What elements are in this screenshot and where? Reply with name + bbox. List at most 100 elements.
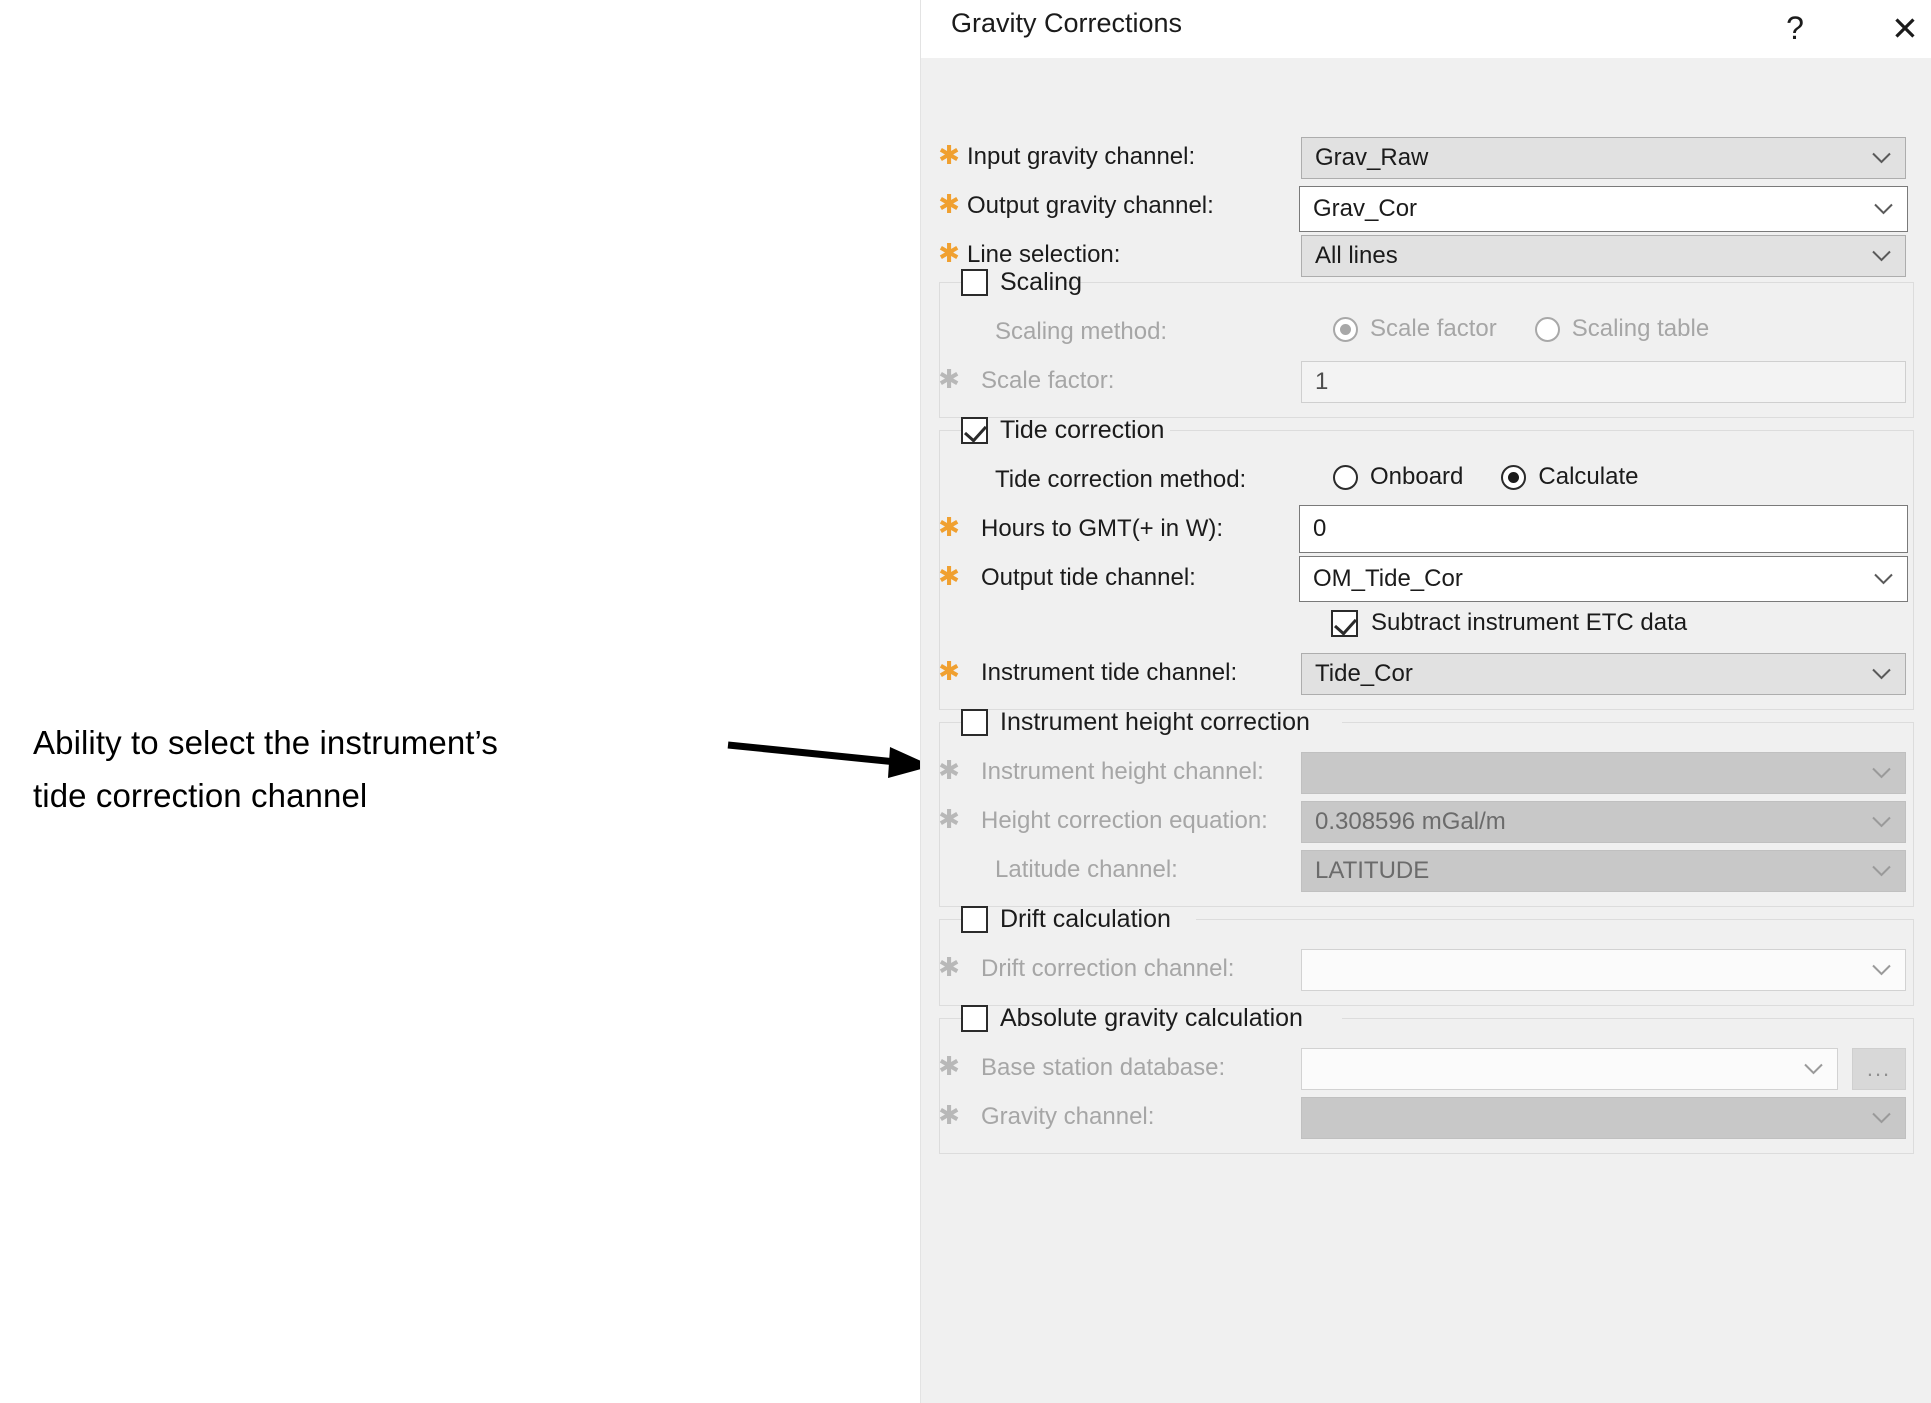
combobox-height-correction-equation[interactable]: 0.308596 mGal/m	[1301, 801, 1906, 843]
radiogroup-scaling-method: Scale factor Scaling table	[1333, 315, 1747, 343]
group-title-absolute-gravity-calculation: Absolute gravity calculation	[1000, 1004, 1303, 1032]
output-gravity-channel-label: Output gravity channel:	[967, 192, 1214, 219]
required-asterisk-icon: ✱	[938, 561, 960, 591]
required-asterisk-icon: ✱	[938, 952, 960, 982]
combobox-output-gravity-channel[interactable]: Grav_Cor	[1299, 186, 1908, 232]
field-row-latitude-channel: Latitude channel: LATITUDE	[921, 846, 1931, 895]
field-row-output-gravity-channel: ✱ Output gravity channel: Grav_Cor	[921, 182, 1931, 232]
field-row-gravity-channel: ✱ Gravity channel:	[921, 1093, 1931, 1142]
height-correction-equation-label: Height correction equation:	[981, 807, 1268, 834]
radio-scaling-table[interactable]: Scaling table	[1534, 315, 1710, 343]
group-checkbox-tide-correction[interactable]: Tide correction	[961, 416, 1164, 445]
dialog-title: Gravity Corrections	[951, 8, 1183, 38]
checkbox-subtract-instrument-etc-data[interactable]: Subtract instrument ETC data	[1331, 609, 1687, 637]
tide-correction-method-label: Tide correction method:	[995, 466, 1247, 493]
radiogroup-tide-correction-method: Onboard Calculate	[1333, 463, 1676, 491]
group-title-tide-correction: Tide correction	[1000, 416, 1165, 444]
group-border-right	[1196, 919, 1913, 920]
output-tide-channel-label: Output tide channel:	[981, 564, 1196, 591]
combobox-base-station-database[interactable]	[1301, 1048, 1838, 1090]
checkbox-drift-calculation-box[interactable]	[961, 906, 988, 933]
field-row-hours-to-gmt-in-w: ✱ Hours to GMT(+ in W): 0	[921, 505, 1931, 554]
combobox-latitude-channel[interactable]: LATITUDE	[1301, 850, 1906, 892]
instrument-tide-channel-label: Instrument tide channel:	[981, 659, 1238, 686]
group-title-scaling: Scaling	[1000, 268, 1082, 296]
field-row-scaling-method: Scaling method: Scale factor Scaling table	[921, 308, 1931, 357]
checkbox-scaling-box[interactable]	[961, 269, 988, 296]
chevron-down-icon	[1872, 152, 1891, 164]
input-gravity-channel-label: Input gravity channel:	[967, 143, 1196, 170]
required-asterisk-icon: ✱	[938, 140, 960, 170]
browse-button-base-station-database[interactable]: ...	[1852, 1048, 1906, 1090]
checkbox-subtract-instrument-etc-data-label: Subtract instrument ETC data	[1371, 609, 1688, 636]
combobox-line-selection[interactable]: All lines	[1301, 235, 1906, 277]
arrow-right-icon	[727, 741, 932, 778]
radio-calculate-dot[interactable]	[1501, 464, 1527, 490]
field-row-base-station-database: ✱ Base station database:...	[921, 1044, 1931, 1093]
group-title-drift-calculation: Drift calculation	[1000, 905, 1171, 933]
combobox-input-gravity-channel[interactable]: Grav_Raw	[1301, 137, 1906, 179]
combobox-input-gravity-channel-value: Grav_Raw	[1315, 144, 1429, 171]
required-asterisk-icon: ✱	[938, 1100, 960, 1130]
textbox-scale-factor-value: 1	[1315, 368, 1329, 395]
chevron-down-icon	[1872, 668, 1891, 680]
radio-calculate[interactable]: Calculate	[1501, 463, 1638, 491]
close-button[interactable]: ✕	[1876, 0, 1931, 57]
combobox-drift-correction-channel[interactable]	[1301, 949, 1906, 991]
radio-scale-factor-dot[interactable]	[1333, 316, 1358, 342]
dialog-titlebar: Gravity Corrections ? ✕	[921, 0, 1931, 58]
scaling-method-label: Scaling method:	[995, 318, 1168, 345]
chevron-down-icon	[1872, 250, 1891, 262]
chevron-down-icon	[1872, 767, 1891, 779]
combobox-instrument-tide-channel[interactable]: Tide_Cor	[1301, 653, 1906, 695]
required-asterisk-icon: ✱	[938, 238, 960, 268]
base-station-database-label: Base station database:	[981, 1054, 1226, 1081]
combobox-instrument-height-channel[interactable]	[1301, 752, 1906, 794]
radio-onboard-dot[interactable]	[1333, 464, 1358, 490]
scale-factor-label: Scale factor:	[981, 367, 1115, 394]
hours-to-gmt-in-w-label: Hours to GMT(+ in W):	[981, 515, 1224, 542]
help-button[interactable]: ?	[1766, 0, 1824, 57]
combobox-output-tide-channel-value: OM_Tide_Cor	[1313, 565, 1463, 592]
radio-scaling-table-dot[interactable]	[1534, 316, 1560, 342]
annotation-line-1: Ability to select the instrument’s	[33, 724, 498, 761]
group-border-right	[1064, 282, 1913, 283]
group-checkbox-absolute-gravity-calculation[interactable]: Absolute gravity calculation	[961, 1004, 1303, 1033]
field-row-scale-factor: ✱ Scale factor: 1	[921, 357, 1931, 406]
combobox-output-gravity-channel-value: Grav_Cor	[1313, 195, 1418, 222]
chevron-down-icon	[1874, 573, 1893, 585]
group-checkbox-drift-calculation[interactable]: Drift calculation	[961, 905, 1171, 934]
radio-scale-factor[interactable]: Scale factor	[1333, 315, 1497, 343]
radio-scaling-table-label: Scaling table	[1571, 315, 1710, 342]
combobox-output-tide-channel[interactable]: OM_Tide_Cor	[1299, 556, 1908, 602]
group-checkbox-instrument-height-correction[interactable]: Instrument height correction	[961, 708, 1310, 737]
textbox-scale-factor[interactable]: 1	[1301, 361, 1906, 403]
chevron-down-icon	[1872, 865, 1891, 877]
checkbox-absolute-gravity-calculation-box[interactable]	[961, 1005, 988, 1032]
field-row-output-tide-channel: ✱ Output tide channel: OM_Tide_Cor	[921, 554, 1931, 603]
textbox-hours-to-gmt-in-w[interactable]: 0	[1299, 505, 1908, 553]
group-border-left	[940, 722, 962, 723]
checkbox-instrument-height-correction-box[interactable]	[961, 709, 988, 736]
gravity-channel-label: Gravity channel:	[981, 1103, 1155, 1130]
annotation-callout: Ability to select the instrument’s tide …	[33, 716, 733, 823]
required-asterisk-icon: ✱	[938, 755, 960, 785]
chevron-down-icon	[1872, 964, 1891, 976]
checkbox-subtract-instrument-etc-data-box[interactable]	[1331, 609, 1358, 637]
group-border-left	[940, 430, 962, 431]
group-border-left	[940, 919, 962, 920]
required-asterisk-icon: ✱	[938, 364, 960, 394]
gravity-corrections-dialog: Gravity Corrections ? ✕ ✱ Input gravity c…	[920, 0, 1931, 1403]
combobox-gravity-channel[interactable]	[1301, 1097, 1906, 1139]
radio-onboard[interactable]: Onboard	[1333, 463, 1463, 491]
required-asterisk-icon: ✱	[938, 189, 960, 219]
group-border-right	[1341, 722, 1913, 723]
checkbox-tide-correction-box[interactable]	[961, 417, 988, 444]
field-row-instrument-tide-channel: ✱ Instrument tide channel: Tide_Cor	[921, 649, 1931, 698]
group-checkbox-scaling[interactable]: Scaling	[961, 268, 1082, 297]
chevron-down-icon	[1872, 1112, 1891, 1124]
radio-onboard-label: Onboard	[1370, 463, 1464, 490]
required-asterisk-icon: ✱	[938, 656, 960, 686]
field-row-input-gravity-channel: ✱ Input gravity channel: Grav_Raw	[921, 133, 1931, 182]
annotation-line-2: tide correction channel	[33, 777, 368, 815]
